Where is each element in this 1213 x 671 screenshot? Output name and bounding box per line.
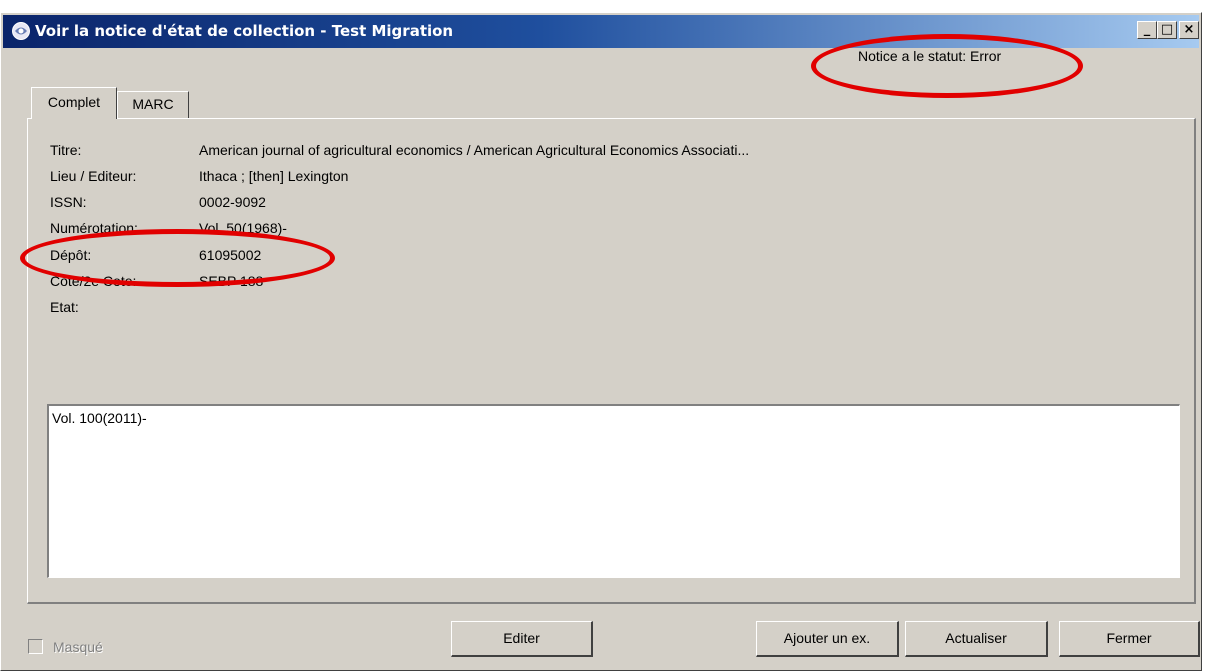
issn-label: ISSN: (50, 194, 87, 210)
issn-value: 0002-9092 (199, 194, 266, 210)
call-number-label: Cote/2e Cote: (50, 273, 137, 289)
close-button[interactable]: Fermer (1059, 621, 1200, 657)
record-status-text: Notice a le statut: Error (858, 48, 1002, 64)
minimize-button[interactable]: _ (1137, 21, 1157, 39)
publisher-value: Ithaca ; [then] Lexington (199, 168, 349, 184)
edit-button[interactable]: Editer (451, 621, 593, 657)
holdings-text: Vol. 100(2011)- (52, 410, 147, 426)
add-item-button[interactable]: Ajouter un ex. (756, 621, 899, 657)
window-title: Voir la notice d'état de collection - Te… (35, 22, 454, 40)
title-bar[interactable]: Voir la notice d'état de collection - Te… (3, 15, 1199, 48)
depot-label: Dépôt: (50, 247, 92, 263)
publisher-label: Lieu / Editeur: (50, 168, 137, 184)
title-label: Titre: (50, 142, 82, 158)
app-icon (11, 21, 31, 41)
call-number-value: SEBP 188 (199, 273, 264, 289)
tab-complet[interactable]: Complet (31, 87, 117, 119)
masque-checkbox-label: Masqué (53, 639, 103, 655)
refresh-button[interactable]: Actualiser (905, 621, 1048, 657)
maximize-button[interactable]: □ (1157, 21, 1177, 39)
depot-value: 61095002 (199, 247, 262, 263)
state-label: Etat: (50, 299, 79, 315)
title-value: American journal of agricultural economi… (199, 142, 750, 158)
holdings-textarea[interactable]: Vol. 100(2011)- (47, 404, 1180, 578)
numbering-label: Numérotation: (50, 220, 138, 236)
numbering-value: Vol. 50(1968)- (199, 220, 287, 236)
masque-checkbox[interactable] (28, 639, 43, 654)
tab-marc[interactable]: MARC (117, 91, 189, 118)
close-window-button[interactable]: × (1179, 21, 1199, 39)
